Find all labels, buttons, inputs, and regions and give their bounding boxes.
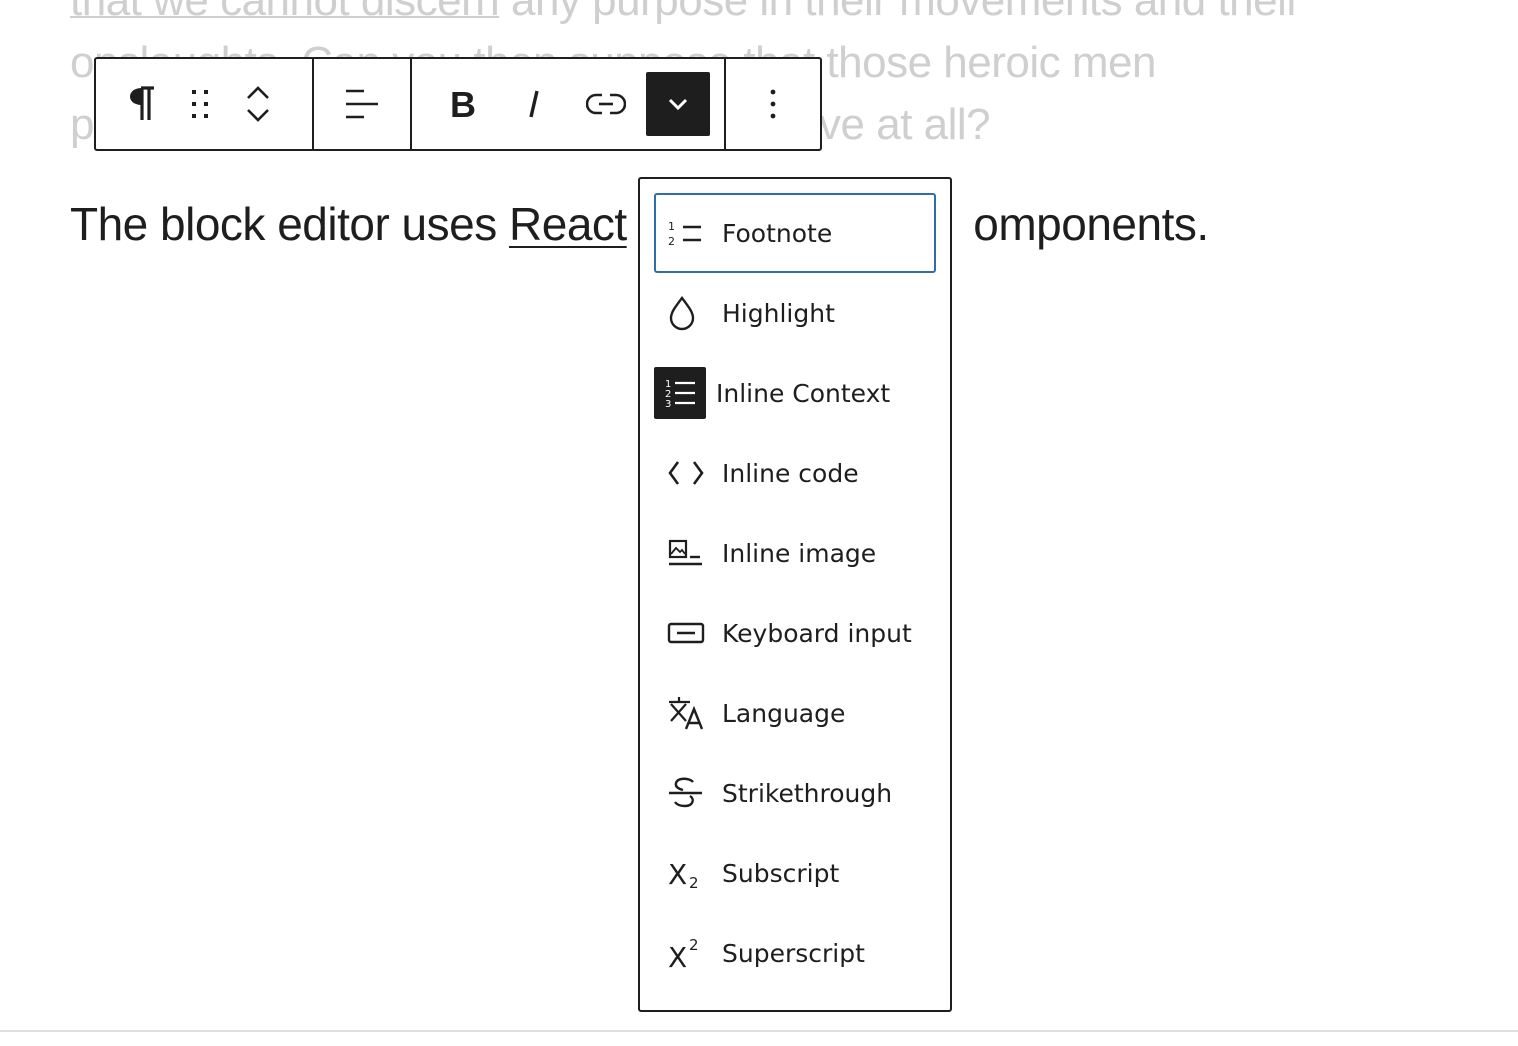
editor-bottom-divider bbox=[0, 1030, 1518, 1032]
svg-text:X: X bbox=[668, 858, 687, 890]
menu-item-label: Subscript bbox=[722, 858, 840, 888]
more-formats-button[interactable] bbox=[646, 72, 710, 136]
menu-item-superscript[interactable]: X 2 Superscript bbox=[654, 913, 936, 993]
menu-item-keyboard-input[interactable]: Keyboard input bbox=[654, 593, 936, 673]
toolbar-group-format: B bbox=[412, 59, 726, 149]
toolbar-group-align bbox=[314, 59, 412, 149]
image-icon bbox=[666, 525, 722, 581]
bold-button[interactable]: B bbox=[430, 72, 494, 136]
svg-text:3: 3 bbox=[665, 399, 671, 410]
language-icon bbox=[666, 685, 722, 741]
link-button[interactable] bbox=[574, 72, 638, 136]
block-toolbar: B bbox=[94, 57, 822, 151]
paragraph-text-after: omponents. bbox=[973, 198, 1209, 250]
menu-item-label: Keyboard input bbox=[722, 618, 912, 648]
options-button[interactable] bbox=[741, 72, 805, 136]
menu-item-highlight[interactable]: Highlight bbox=[654, 273, 936, 353]
more-vertical-icon bbox=[770, 89, 776, 119]
italic-button[interactable] bbox=[502, 72, 566, 136]
paragraph-link-react[interactable]: React bbox=[509, 198, 627, 250]
menu-item-language[interactable]: Language bbox=[654, 673, 936, 753]
svg-text:2: 2 bbox=[668, 235, 675, 248]
menu-item-label: Language bbox=[722, 698, 846, 728]
code-icon bbox=[666, 445, 722, 501]
keyboard-icon bbox=[666, 605, 722, 661]
menu-item-label: Highlight bbox=[722, 298, 835, 328]
chevron-down-icon bbox=[668, 98, 688, 111]
align-button[interactable] bbox=[330, 72, 394, 136]
toolbar-group-options bbox=[726, 59, 820, 149]
paragraph-block-button[interactable] bbox=[114, 72, 172, 136]
bold-icon: B bbox=[450, 88, 475, 120]
menu-item-inline-context[interactable]: 1 2 3 Inline Context bbox=[654, 353, 936, 433]
menu-item-label: Superscript bbox=[722, 938, 865, 968]
paragraph-text-before: The block editor uses bbox=[70, 198, 510, 250]
editor-canvas: that we cannot discern any purpose in th… bbox=[0, 0, 1518, 1046]
menu-item-label: Inline image bbox=[722, 538, 877, 568]
ordered-list-icon: 1 2 3 bbox=[654, 367, 706, 419]
menu-item-inline-image[interactable]: Inline image bbox=[654, 513, 936, 593]
menu-item-subscript[interactable]: X 2 Subscript bbox=[654, 833, 936, 913]
svg-text:B: B bbox=[450, 88, 475, 120]
italic-icon bbox=[529, 90, 539, 118]
previous-paragraph-text: any purpose in their movements and their bbox=[499, 0, 1301, 25]
previous-paragraph-link[interactable]: that we cannot discern bbox=[70, 0, 500, 25]
subscript-icon: X 2 bbox=[666, 845, 722, 901]
previous-paragraph-line-1: that we cannot discern any purpose in th… bbox=[70, 0, 1470, 32]
footnote-icon: 1 2 bbox=[666, 205, 722, 261]
align-left-icon bbox=[346, 89, 378, 119]
menu-item-label: Inline code bbox=[722, 458, 859, 488]
svg-text:X: X bbox=[668, 941, 687, 970]
superscript-icon: X 2 bbox=[666, 925, 722, 981]
move-up-button[interactable] bbox=[245, 85, 271, 101]
drag-handle-icon bbox=[192, 90, 208, 118]
strikethrough-icon bbox=[666, 765, 722, 821]
menu-item-label: Inline Context bbox=[716, 378, 891, 408]
move-down-button[interactable] bbox=[245, 107, 271, 123]
menu-item-inline-code[interactable]: Inline code bbox=[654, 433, 936, 513]
svg-text:1: 1 bbox=[668, 220, 675, 233]
link-icon bbox=[586, 93, 626, 115]
svg-text:2: 2 bbox=[689, 874, 699, 890]
menu-item-label: Footnote bbox=[722, 218, 833, 248]
menu-item-strikethrough[interactable]: Strikethrough bbox=[654, 753, 936, 833]
pilcrow-icon bbox=[130, 86, 154, 120]
toolbar-group-block bbox=[96, 59, 314, 149]
drag-handle-button[interactable] bbox=[172, 72, 230, 136]
menu-item-footnote[interactable]: 1 2 Footnote bbox=[654, 193, 936, 273]
droplet-icon bbox=[666, 285, 722, 341]
block-mover bbox=[230, 72, 286, 136]
svg-text:2: 2 bbox=[689, 936, 699, 954]
more-formats-menu: 1 2 Footnote Highlight 1 2 3 Inline Cont… bbox=[638, 177, 952, 1012]
menu-item-label: Strikethrough bbox=[722, 778, 893, 808]
